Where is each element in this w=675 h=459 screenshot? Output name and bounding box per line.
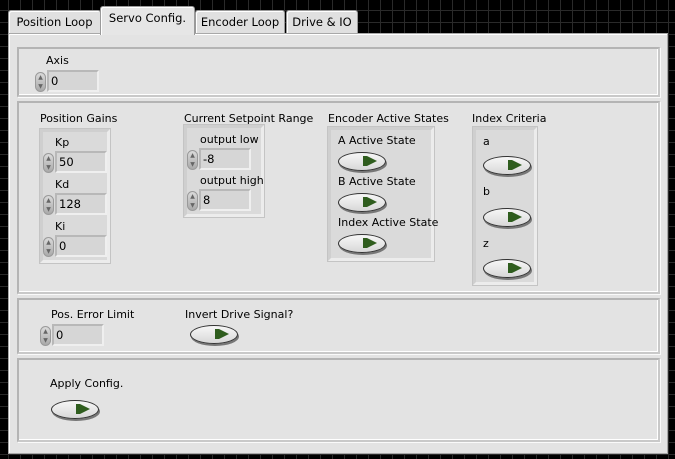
a-active-state-label: A Active State: [338, 134, 416, 147]
led-indicator-icon: [363, 197, 377, 207]
kd-input[interactable]: 128: [55, 193, 107, 215]
increment-decrement-icon[interactable]: ▲ ▼: [187, 150, 198, 170]
output-high-input[interactable]: 8: [199, 189, 251, 211]
increment-decrement-icon[interactable]: ▲ ▼: [40, 326, 51, 346]
index-criteria-cluster: a b z: [473, 127, 537, 285]
output-high-control[interactable]: ▲ ▼ 8: [187, 189, 251, 211]
output-low-label: output low: [200, 133, 259, 146]
encoder-states-title: Encoder Active States: [328, 112, 449, 125]
axis-input[interactable]: 0: [47, 70, 99, 92]
b-active-state-label: B Active State: [338, 175, 416, 188]
ki-input[interactable]: 0: [55, 235, 107, 257]
invert-drive-toggle[interactable]: [190, 325, 238, 344]
index-a-label: a: [483, 135, 490, 148]
led-indicator-icon: [508, 263, 522, 273]
led-indicator-icon: [215, 329, 229, 339]
index-b-label: b: [483, 185, 490, 198]
gains-section: Position Gains Kp ▲ ▼ 50 Kd ▲ ▼ 128 Ki ▲ ▼ 0 C…: [17, 101, 660, 294]
output-low-control[interactable]: ▲ ▼ -8: [187, 148, 251, 170]
tab-servo-config[interactable]: Servo Config.: [100, 6, 195, 35]
increment-decrement-icon[interactable]: ▲ ▼: [43, 153, 54, 173]
axis-control[interactable]: ▲ ▼ 0: [35, 70, 99, 92]
index-a-toggle[interactable]: [483, 156, 531, 175]
index-z-label: z: [483, 237, 489, 250]
encoder-states-cluster: A Active State B Active State Index Acti…: [328, 127, 438, 261]
led-indicator-icon: [363, 156, 377, 166]
pos-error-limit-control[interactable]: ▲ ▼ 0: [40, 324, 104, 346]
index-criteria-title: Index Criteria: [472, 112, 547, 125]
output-high-label: output high: [200, 174, 264, 187]
kp-input[interactable]: 50: [55, 151, 107, 173]
apply-config-button[interactable]: [51, 400, 99, 419]
tab-encoder-loop[interactable]: Encoder Loop: [195, 10, 285, 34]
increment-decrement-icon[interactable]: ▲ ▼: [43, 195, 54, 215]
increment-decrement-icon[interactable]: ▲ ▼: [35, 72, 46, 92]
increment-decrement-icon[interactable]: ▲ ▼: [43, 237, 54, 257]
led-indicator-icon: [508, 212, 522, 222]
apply-config-label: Apply Config.: [50, 377, 124, 390]
index-b-toggle[interactable]: [483, 208, 531, 227]
tab-drive-io[interactable]: Drive & IO: [286, 10, 358, 34]
a-active-state-toggle[interactable]: [338, 152, 386, 171]
pos-error-limit-input[interactable]: 0: [52, 324, 104, 346]
limits-section: Pos. Error Limit ▲ ▼ 0 Invert Drive Signal…: [17, 298, 660, 354]
ki-label: Ki: [55, 220, 66, 233]
ki-control[interactable]: ▲ ▼ 0: [43, 235, 107, 257]
kd-label: Kd: [55, 178, 70, 191]
kd-control[interactable]: ▲ ▼ 128: [43, 193, 107, 215]
position-gains-cluster: Kp ▲ ▼ 50 Kd ▲ ▼ 128 Ki ▲ ▼ 0: [40, 129, 110, 263]
increment-decrement-icon[interactable]: ▲ ▼: [187, 191, 198, 211]
setpoint-range-cluster: output low ▲ ▼ -8 output high ▲ ▼ 8: [184, 125, 264, 217]
axis-label: Axis: [46, 54, 69, 67]
setpoint-range-title: Current Setpoint Range: [184, 112, 314, 125]
pos-error-limit-label: Pos. Error Limit: [51, 308, 135, 321]
b-active-state-toggle[interactable]: [338, 193, 386, 212]
index-active-state-label: Index Active State: [338, 216, 439, 229]
output-low-input[interactable]: -8: [199, 148, 251, 170]
tab-position-loop[interactable]: Position Loop: [8, 10, 101, 34]
led-indicator-icon: [363, 238, 377, 248]
axis-section: Axis ▲ ▼ 0: [17, 47, 660, 97]
kp-control[interactable]: ▲ ▼ 50: [43, 151, 107, 173]
apply-section: Apply Config.: [17, 358, 660, 442]
index-active-state-toggle[interactable]: [338, 234, 386, 253]
led-indicator-icon: [76, 404, 90, 414]
kp-label: Kp: [55, 136, 70, 149]
invert-drive-label: Invert Drive Signal?: [185, 308, 294, 321]
index-z-toggle[interactable]: [483, 259, 531, 278]
led-indicator-icon: [508, 160, 522, 170]
position-gains-title: Position Gains: [40, 112, 118, 125]
